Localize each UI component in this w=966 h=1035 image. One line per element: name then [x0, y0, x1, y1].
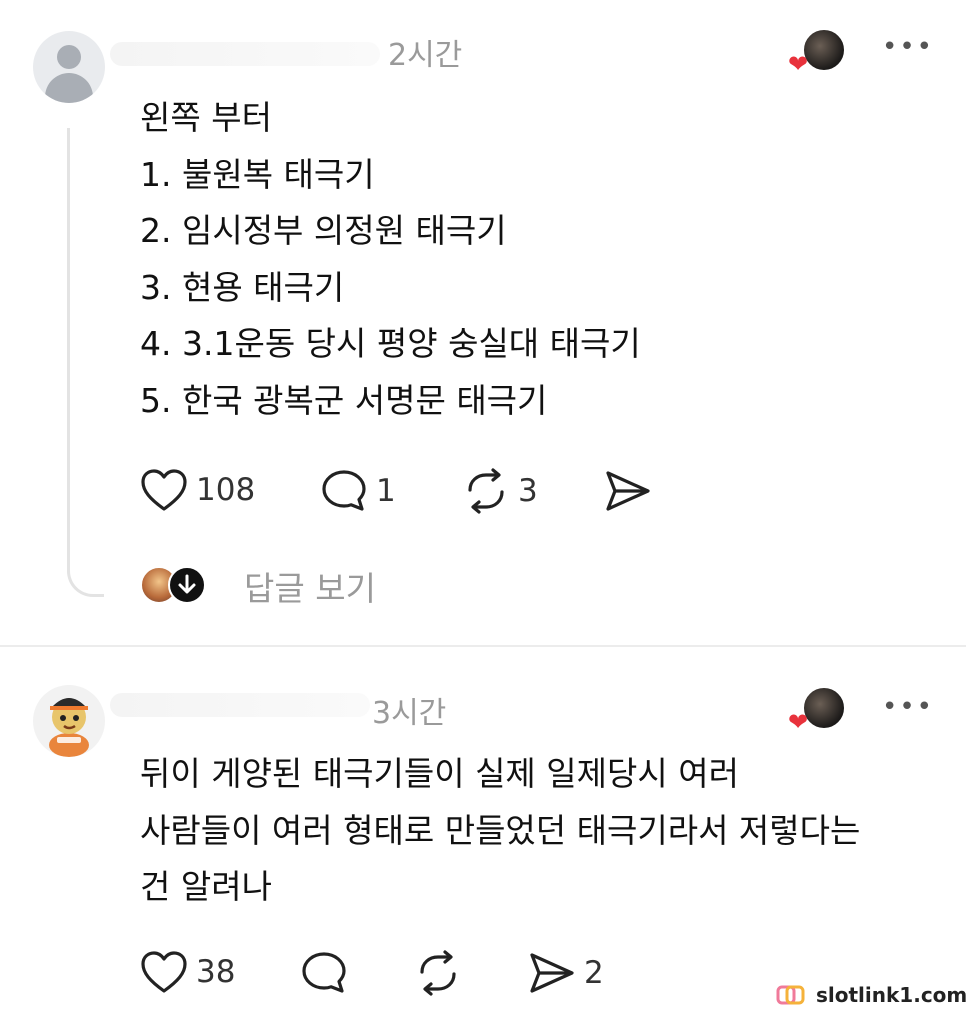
- replier-avatar-more: [168, 566, 206, 604]
- default-avatar-body: [45, 73, 93, 103]
- repost-button[interactable]: 3: [462, 468, 538, 514]
- heart-icon: [141, 469, 187, 511]
- post-line: 뒤이 게양된 태극기들이 실제 일제당시 여러: [140, 754, 739, 793]
- like-count: 108: [196, 472, 256, 508]
- share-button[interactable]: 2: [528, 950, 604, 996]
- post-line: 4. 3.1운동 당시 평양 숭실대 태극기: [140, 324, 641, 363]
- share-count: 2: [584, 955, 604, 991]
- author-avatar[interactable]: [33, 685, 105, 757]
- heart-badge-icon: ❤: [788, 708, 809, 736]
- author-name-blurred[interactable]: [110, 693, 370, 717]
- repost-button[interactable]: [414, 950, 462, 996]
- post-line: 1. 불원복 태극기: [140, 154, 375, 194]
- repost-icon: [420, 950, 456, 996]
- watermark: slotlink1.com: [776, 983, 966, 1007]
- thread-line: [67, 128, 104, 597]
- watermark-text: slotlink1.com: [816, 983, 966, 1007]
- comment-button[interactable]: [300, 950, 348, 996]
- post-line: 2. 임시정부 의정원 태극기: [140, 211, 507, 250]
- more-icon[interactable]: •••: [882, 692, 934, 722]
- comment-icon: [322, 470, 366, 511]
- post-line: 왼쪽 부터: [140, 98, 272, 137]
- post-divider: [0, 645, 966, 647]
- comment-count: 1: [376, 473, 396, 509]
- repost-count: 3: [518, 473, 538, 509]
- like-button[interactable]: 108: [140, 468, 255, 512]
- mascot-avatar-image: [49, 698, 89, 757]
- liker-avatar: [802, 686, 846, 730]
- post-time: 3시간: [372, 696, 447, 731]
- view-replies-link[interactable]: 답글 보기: [244, 562, 376, 610]
- liker-avatar: [802, 28, 846, 72]
- send-icon: [606, 471, 650, 511]
- arrow-down-icon: [178, 574, 196, 594]
- post-line: 5. 한국 광복군 서명문 태극기: [140, 380, 548, 420]
- comment-button[interactable]: 1: [320, 468, 396, 514]
- heart-icon: [141, 951, 187, 993]
- more-icon[interactable]: •••: [882, 32, 934, 62]
- post-line: 사람들이 여러 형태로 만들었던 태극기라서 저렇다는: [140, 810, 861, 850]
- post-line: 건 알려나: [140, 867, 272, 906]
- watermark-logo-icon: [776, 985, 805, 1005]
- post-body: 왼쪽 부터 1. 불원복 태극기 2. 임시정부 의정원 태극기 3. 현용 태…: [140, 90, 940, 429]
- comment-icon: [302, 952, 346, 993]
- share-button[interactable]: [604, 468, 652, 514]
- repost-icon: [468, 468, 504, 514]
- like-button[interactable]: 38: [140, 950, 235, 994]
- author-name-blurred[interactable]: [110, 42, 380, 66]
- send-icon: [530, 953, 574, 993]
- author-avatar[interactable]: [33, 31, 105, 103]
- heart-badge-icon: ❤: [788, 50, 809, 78]
- like-count: 38: [196, 954, 236, 990]
- post-body: 뒤이 게양된 태극기들이 실제 일제당시 여러 사람들이 여러 형태로 만들었던…: [140, 746, 950, 916]
- default-avatar-head: [57, 45, 81, 69]
- post-time: 2시간: [388, 38, 463, 73]
- post-line: 3. 현용 태극기: [140, 267, 345, 307]
